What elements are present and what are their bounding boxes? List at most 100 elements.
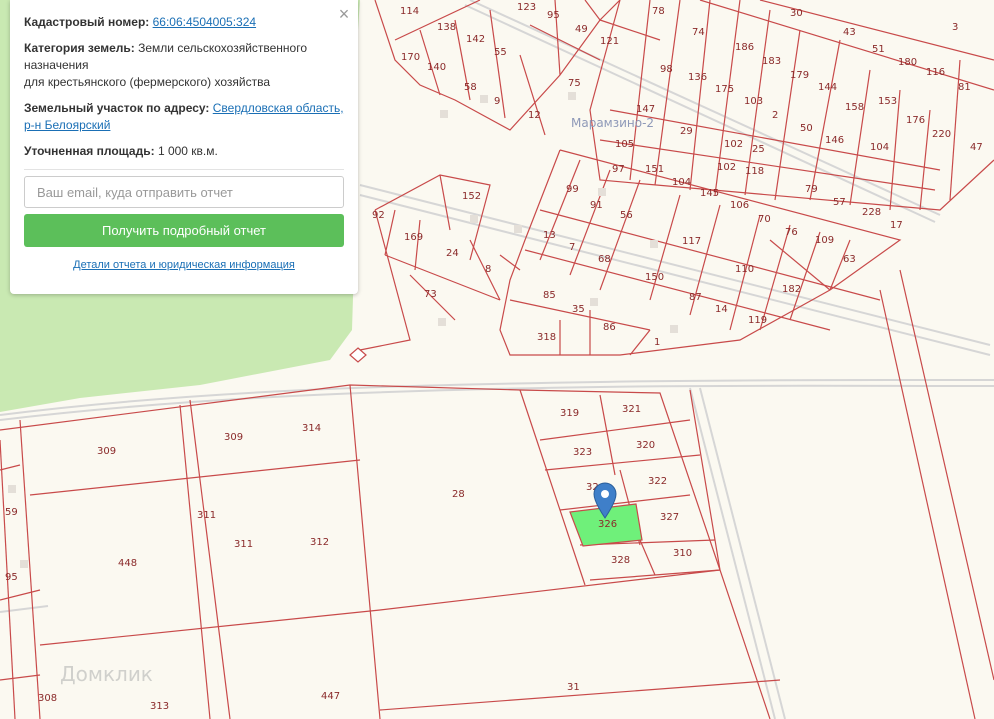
parcel-label-152: 152 — [462, 191, 481, 202]
area-row: Уточненная площадь: 1 000 кв.м. — [24, 143, 344, 160]
cadastral-number-link[interactable]: 66:06:4504005:324 — [153, 15, 256, 29]
parcel-label-17: 17 — [890, 220, 903, 231]
parcel-label-81: 81 — [958, 82, 971, 93]
parcel-label-8: 8 — [485, 264, 491, 275]
parcel-label-91: 91 — [590, 200, 603, 211]
parcel-label-3: 3 — [952, 22, 958, 33]
parcel-label-322: 322 — [648, 476, 667, 487]
parcel-label-75: 75 — [568, 78, 581, 89]
parcel-label-106: 106 — [730, 200, 749, 211]
parcel-label-49: 49 — [575, 24, 588, 35]
parcel-label-147: 147 — [636, 104, 655, 115]
parcel-label-327: 327 — [660, 512, 679, 523]
parcel-label-28: 28 — [452, 489, 465, 500]
parcel-label-110: 110 — [735, 264, 754, 275]
parcel-label-328: 328 — [611, 555, 630, 566]
parcel-label-2: 2 — [772, 110, 778, 121]
parcel-label-311: 311 — [197, 510, 216, 521]
parcel-label-74: 74 — [692, 27, 705, 38]
area-value: 1 000 кв.м. — [157, 144, 218, 158]
parcel-label-144: 144 — [818, 82, 837, 93]
parcel-label-323: 323 — [573, 447, 592, 458]
parcel-label-313: 313 — [150, 701, 169, 712]
parcel-label-118: 118 — [745, 166, 764, 177]
parcel-label-102: 102 — [717, 162, 736, 173]
parcel-label-95: 95 — [547, 10, 560, 21]
parcel-label-136: 136 — [688, 72, 707, 83]
parcel-label-142: 142 — [466, 34, 485, 45]
parcel-label-12: 12 — [528, 110, 541, 121]
parcel-label-103: 103 — [744, 96, 763, 107]
parcel-label-150: 150 — [645, 272, 664, 283]
parcel-label-146: 146 — [825, 135, 844, 146]
parcel-label-175: 175 — [715, 84, 734, 95]
parcel-label-104: 104 — [672, 177, 691, 188]
parcel-label-228: 228 — [862, 207, 881, 218]
parcel-label-183: 183 — [762, 56, 781, 67]
get-report-button[interactable]: Получить подробный отчет — [24, 214, 344, 247]
parcel-label-153: 153 — [878, 96, 897, 107]
address-link-line1[interactable]: Свердловская область, — [213, 101, 344, 115]
parcel-label-68: 68 — [598, 254, 611, 265]
parcel-label-79: 79 — [805, 184, 818, 195]
parcel-label-138: 138 — [437, 22, 456, 33]
parcel-label-31: 31 — [567, 682, 580, 693]
parcel-label-25: 25 — [752, 144, 765, 155]
parcel-label-13: 13 — [543, 230, 556, 241]
parcel-label-51: 51 — [872, 44, 885, 55]
parcel-label-311: 311 — [234, 539, 253, 550]
parcel-label-312: 312 — [310, 537, 329, 548]
parcel-label-158: 158 — [845, 102, 864, 113]
parcel-label-117: 117 — [682, 236, 701, 247]
brand-watermark: Домклик — [60, 662, 153, 686]
parcel-label-78: 78 — [652, 6, 665, 17]
parcel-label-29: 29 — [680, 126, 693, 137]
parcel-label-109: 109 — [815, 235, 834, 246]
place-name: Марамзино-2 — [571, 116, 654, 130]
parcel-label-321: 321 — [622, 404, 641, 415]
parcel-label-121: 121 — [600, 36, 619, 47]
parcel-label-308: 308 — [38, 693, 57, 704]
email-input[interactable] — [24, 176, 344, 208]
address-label: Земельный участок по адресу: — [24, 101, 210, 115]
parcel-label-99: 99 — [566, 184, 579, 195]
parcel-label-123: 123 — [517, 2, 536, 13]
parcel-label-7: 7 — [569, 242, 575, 253]
parcel-label-140: 140 — [427, 62, 446, 73]
parcel-label-104: 104 — [870, 142, 889, 153]
parcel-label-58: 58 — [464, 82, 477, 93]
category-value-line1: Земли сельскохозяйственного — [138, 41, 308, 55]
close-icon[interactable]: × — [336, 5, 352, 23]
category-label: Категория земель: — [24, 41, 135, 55]
parcel-label-1: 1 — [654, 337, 660, 348]
cadastral-label: Кадастровый номер: — [24, 15, 150, 29]
parcel-label-59: 59 — [5, 507, 18, 518]
parcel-label-30: 30 — [790, 8, 803, 19]
parcel-label-319: 319 — [560, 408, 579, 419]
parcel-label-105: 105 — [615, 139, 634, 150]
parcel-label-320: 320 — [636, 440, 655, 451]
parcel-label-85: 85 — [543, 290, 556, 301]
parcel-label-447: 447 — [321, 691, 340, 702]
parcel-label-326: 326 — [598, 519, 617, 530]
parcel-label-56: 56 — [620, 210, 633, 221]
divider — [24, 169, 344, 170]
cadastral-row: Кадастровый номер: 66:06:4504005:324 — [24, 14, 344, 31]
parcel-label-151: 151 — [645, 164, 664, 175]
report-details-link[interactable]: Детали отчета и юридическая информация — [24, 259, 344, 271]
parcel-label-87: 87 — [689, 292, 702, 303]
address-link-line2[interactable]: р-н Белоярский — [24, 118, 110, 132]
parcel-label-55: 55 — [494, 47, 507, 58]
parcel-label-220: 220 — [932, 129, 951, 140]
parcel-label-314: 314 — [302, 423, 321, 434]
parcel-label-9: 9 — [494, 96, 500, 107]
parcel-label-14: 14 — [715, 304, 728, 315]
category-value-line3: для крестьянского (фермерского) хозяйств… — [24, 75, 270, 89]
parcel-label-119: 119 — [748, 315, 767, 326]
area-label: Уточненная площадь: — [24, 144, 155, 158]
parcel-label-145: 145 — [700, 188, 719, 199]
parcel-label-116: 116 — [926, 67, 945, 78]
parcel-label-180: 180 — [898, 57, 917, 68]
parcel-label-318: 318 — [537, 332, 556, 343]
parcel-label-43: 43 — [843, 27, 856, 38]
